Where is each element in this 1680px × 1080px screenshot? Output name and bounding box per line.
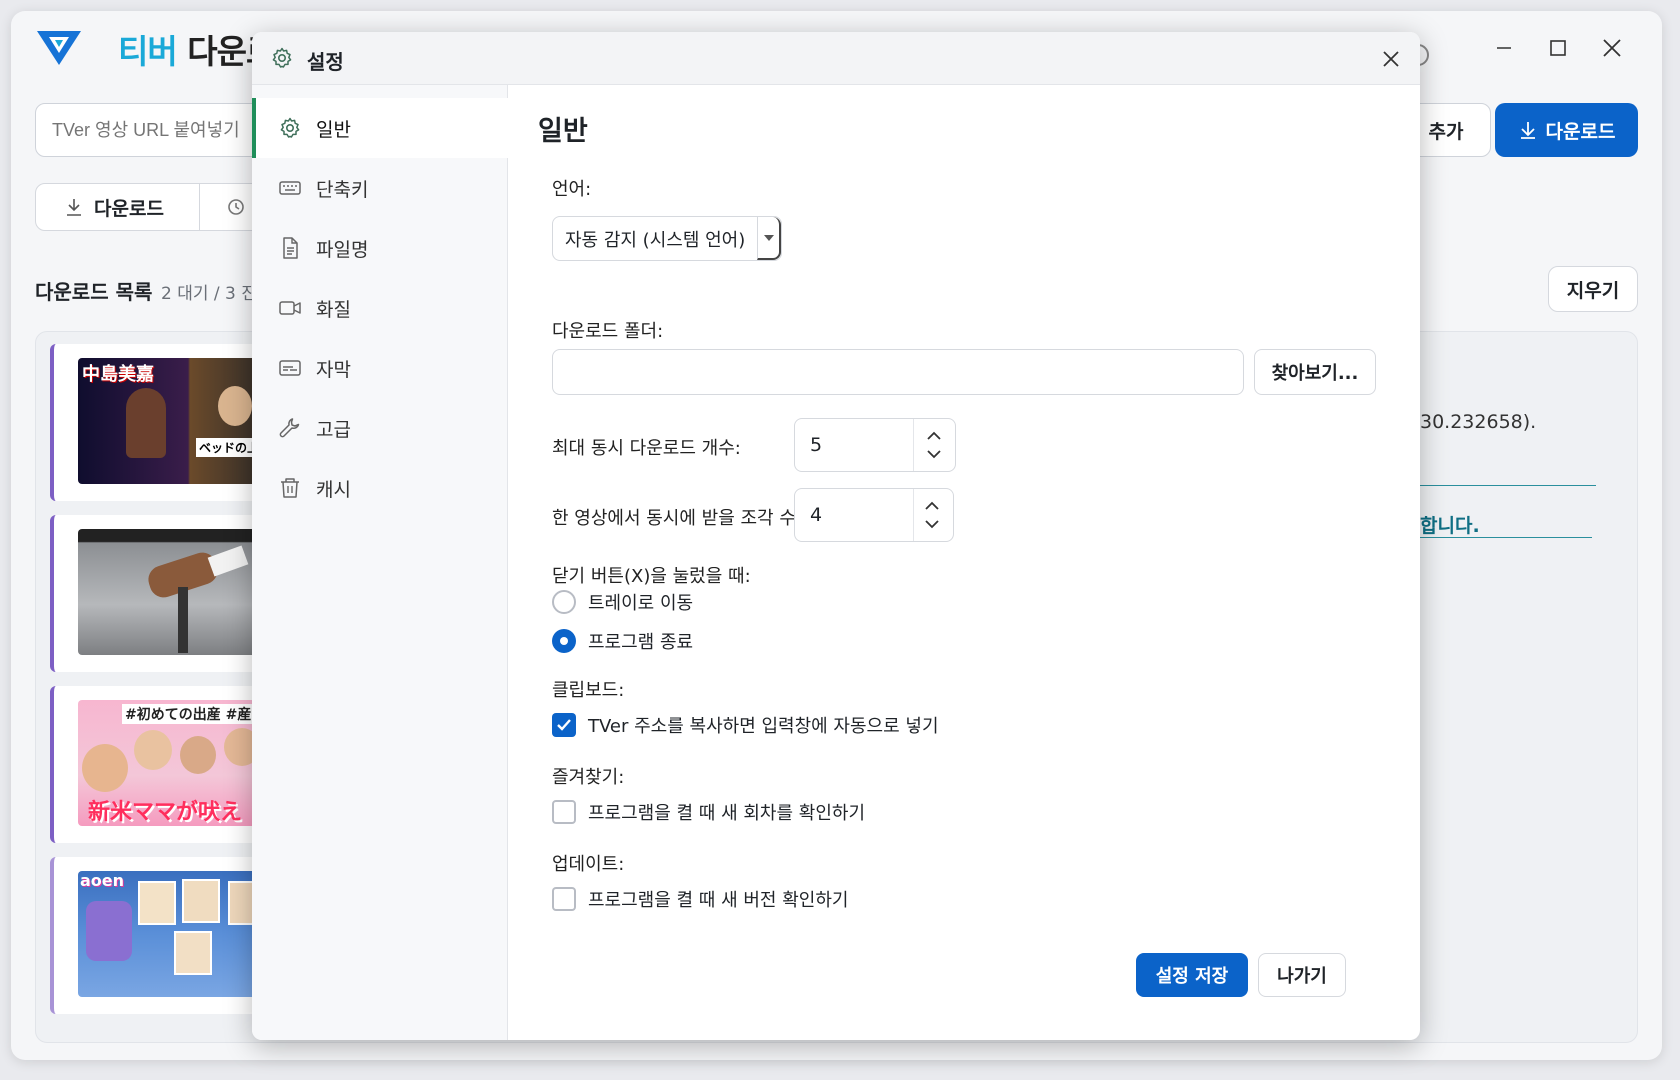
clear-button[interactable]: 지우기	[1548, 266, 1638, 312]
clipboard-checkbox-row[interactable]: TVer 주소를 복사하면 입력창에 자동으로 넣기	[552, 712, 939, 738]
gear-icon	[280, 117, 300, 138]
checkbox[interactable]	[552, 800, 576, 824]
close-action-label: 닫기 버튼(X)을 눌렀을 때:	[552, 566, 751, 587]
settings-content: 일반 언어: 자동 감지 (시스템 언어) 다운로드 폴더: 찾아보기... 최…	[508, 85, 1420, 1040]
close-icon	[1383, 51, 1399, 67]
thumbnail	[78, 529, 278, 655]
window-close-button[interactable]	[1592, 33, 1632, 63]
exit-button[interactable]: 나가기	[1258, 953, 1346, 997]
clipboard-label: 클립보드:	[552, 680, 625, 701]
maximize-icon	[1550, 40, 1566, 56]
segments-stepper[interactable]: 4	[794, 488, 954, 542]
checkmark-icon	[557, 719, 571, 731]
sidebar-item-advanced[interactable]: 고급	[252, 398, 508, 458]
sidebar-item-filename[interactable]: 파일명	[252, 218, 508, 278]
segments-label: 한 영상에서 동시에 받을 조각 수:	[552, 508, 802, 529]
checkbox-checked[interactable]	[552, 713, 576, 737]
minimize-icon	[1497, 47, 1511, 49]
sidebar-item-subtitles[interactable]: 자막	[252, 338, 508, 398]
tab-download[interactable]: 다운로드	[36, 184, 200, 230]
thumbnail: #初めての出産 #産 新米ママが吠え	[78, 700, 278, 826]
favorites-checkbox-row[interactable]: 프로그램을 켤 때 새 회차를 확인하기	[552, 799, 865, 825]
sidebar-item-quality[interactable]: 화질	[252, 278, 508, 338]
chevron-down-icon[interactable]	[924, 519, 940, 529]
minimize-button[interactable]	[1484, 33, 1524, 63]
chevron-down-icon	[763, 234, 774, 241]
update-checkbox-row[interactable]: 프로그램을 켤 때 새 버전 확인하기	[552, 886, 848, 912]
radio-exit[interactable]: 프로그램 종료	[552, 628, 693, 654]
favorites-label: 즐겨찾기:	[552, 767, 625, 788]
language-select[interactable]: 자동 감지 (시스템 언어)	[552, 216, 782, 261]
main-tabs: 다운로드	[35, 183, 285, 231]
folder-label: 다운로드 폴더:	[552, 321, 664, 342]
app-logo-icon	[37, 31, 81, 65]
maximize-button[interactable]	[1538, 33, 1578, 63]
radio-tray[interactable]: 트레이로 이동	[552, 589, 693, 615]
section-title: 일반	[538, 116, 588, 147]
download-button[interactable]: 다운로드	[1495, 103, 1638, 157]
log-divider	[1420, 485, 1596, 486]
trash-icon	[281, 478, 299, 498]
update-label: 업데이트:	[552, 854, 625, 875]
checkbox[interactable]	[552, 887, 576, 911]
file-icon	[283, 237, 298, 259]
save-settings-button[interactable]: 설정 저장	[1136, 953, 1248, 997]
folder-input[interactable]	[552, 349, 1244, 395]
browse-button[interactable]: 찾아보기...	[1254, 349, 1376, 395]
settings-sidebar: 일반 단축키 파일명 화질 자막 고급 캐시	[252, 85, 508, 1040]
log-text: 30.232658).	[1420, 411, 1537, 433]
chevron-up-icon[interactable]	[926, 431, 942, 441]
history-icon	[228, 199, 244, 215]
settings-dialog: 설정 일반 단축키 파일명 화질 자막 고급 캐시 일반 언어: 자동 감지 (…	[252, 32, 1420, 1040]
video-icon	[279, 301, 301, 315]
max-concurrent-stepper[interactable]: 5	[794, 418, 956, 472]
thumbnail: 中島美嘉 ベッドの上	[78, 358, 278, 484]
max-concurrent-label: 최대 동시 다운로드 개수:	[552, 438, 741, 459]
chevron-down-icon[interactable]	[926, 449, 942, 459]
sidebar-item-cache[interactable]: 캐시	[252, 458, 508, 518]
dialog-close-button[interactable]	[1376, 44, 1406, 74]
close-icon	[1603, 39, 1621, 57]
log-divider	[1420, 537, 1592, 538]
download-icon	[1520, 122, 1535, 139]
list-title: 다운로드 목록	[35, 280, 153, 304]
dialog-header: 설정	[252, 32, 1420, 85]
gear-icon	[272, 47, 292, 68]
dropdown-toggle[interactable]	[757, 217, 781, 260]
sidebar-item-general[interactable]: 일반	[252, 98, 508, 158]
thumbnail: aoen	[78, 871, 278, 997]
download-icon	[67, 199, 81, 216]
subtitle-icon	[279, 360, 301, 376]
wrench-icon	[279, 418, 300, 438]
log-message: 합니다.	[1420, 515, 1480, 537]
chevron-up-icon[interactable]	[924, 501, 940, 511]
keyboard-icon	[279, 181, 301, 195]
list-summary: 2 대기 / 3 진	[161, 284, 257, 304]
sidebar-item-shortcuts[interactable]: 단축키	[252, 158, 508, 218]
radio-button[interactable]	[552, 590, 576, 614]
language-label: 언어:	[552, 179, 592, 200]
radio-button-selected[interactable]	[552, 629, 576, 653]
dialog-title: 설정	[307, 50, 344, 74]
tab-history[interactable]	[200, 184, 246, 230]
